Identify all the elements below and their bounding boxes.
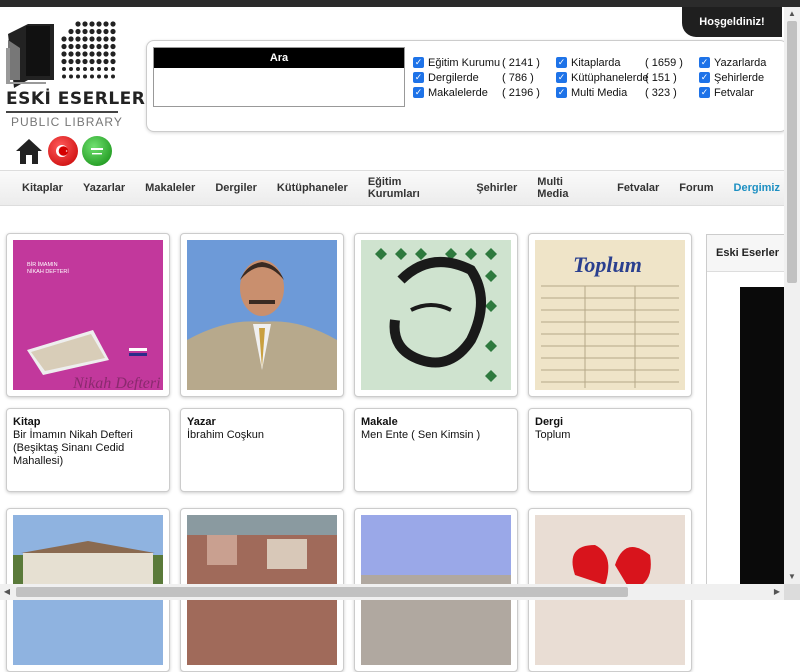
scroll-up-icon[interactable]: ▲ bbox=[784, 7, 800, 21]
top-bar bbox=[0, 0, 800, 7]
filter-row: ✓ Eğitim Kurumu( 2141 ) ✓ Kitaplarda( 1659… bbox=[413, 55, 800, 70]
checkbox-checked-icon[interactable]: ✓ bbox=[556, 57, 567, 68]
logo-name: ESKİ ESERLER bbox=[6, 89, 146, 109]
checkbox-checked-icon[interactable]: ✓ bbox=[556, 72, 567, 83]
sidebar-panel: Eski Eserler bbox=[706, 234, 792, 586]
search-input[interactable] bbox=[154, 68, 402, 106]
nav-forum[interactable]: Forum bbox=[669, 182, 723, 194]
card-info-dergi[interactable]: Dergi Toplum bbox=[528, 408, 692, 492]
card-image-dergi[interactable]: Toplum bbox=[528, 233, 692, 397]
card-info-yazar[interactable]: Yazar İbrahim Coşkun bbox=[180, 408, 344, 492]
scroll-down-icon[interactable]: ▼ bbox=[784, 570, 800, 584]
card-category: Yazar bbox=[187, 416, 216, 428]
author-photo bbox=[187, 240, 337, 390]
checkbox-checked-icon[interactable]: ✓ bbox=[699, 57, 710, 68]
logo-divider bbox=[6, 111, 118, 113]
card-category: Makale bbox=[361, 416, 398, 428]
card-title[interactable]: Bir İmamın Nikah Defteri (Beşiktaş Sinan… bbox=[13, 429, 163, 468]
magazine-cover-image: Toplum bbox=[535, 240, 685, 390]
filter-egitim[interactable]: ✓ Eğitim Kurumu( 2141 ) bbox=[413, 57, 556, 69]
nav-yazarlar[interactable]: Yazarlar bbox=[73, 182, 135, 194]
main-nav: Kitaplar Yazarlar Makaleler Dergiler Küt… bbox=[0, 170, 790, 206]
calligraphy-image bbox=[361, 240, 511, 390]
horizontal-scrollbar[interactable]: ◀ ▶ bbox=[0, 584, 784, 600]
book-cover-line1: BİR İMAMIN bbox=[27, 261, 58, 268]
search-title: Ara bbox=[154, 48, 404, 68]
card-category: Kitap bbox=[13, 416, 41, 428]
filter-row: ✓ Dergilerde( 786 ) ✓ Kütüphanelerde( 151 … bbox=[413, 70, 800, 85]
checkbox-checked-icon[interactable]: ✓ bbox=[556, 87, 567, 98]
card-image-yazar[interactable] bbox=[180, 233, 344, 397]
search-panel: Ara bbox=[153, 47, 405, 107]
saudi-flag-icon[interactable] bbox=[82, 136, 112, 166]
scrollbar-corner bbox=[784, 584, 800, 600]
checkbox-checked-icon[interactable]: ✓ bbox=[413, 57, 424, 68]
card-info-kitap[interactable]: Kitap Bir İmamın Nikah Defteri (Beşiktaş… bbox=[6, 408, 170, 492]
nav-egitim-kurumlari[interactable]: Eğitim Kurumları bbox=[358, 176, 467, 200]
nav-kutuphaneler[interactable]: Kütüphaneler bbox=[267, 182, 358, 194]
checkbox-checked-icon[interactable]: ✓ bbox=[699, 87, 710, 98]
welcome-link[interactable]: Hoşgeldiniz! bbox=[682, 7, 782, 37]
scroll-right-icon[interactable]: ▶ bbox=[770, 584, 784, 600]
filter-dergilerde[interactable]: ✓ Dergilerde( 786 ) bbox=[413, 72, 556, 84]
checkbox-checked-icon[interactable]: ✓ bbox=[413, 72, 424, 83]
card-category: Dergi bbox=[535, 416, 564, 428]
filter-kutuphanelerde[interactable]: ✓ Kütüphanelerde( 151 ) bbox=[556, 72, 699, 84]
card-title[interactable]: İbrahim Coşkun bbox=[187, 429, 337, 442]
nav-multi-media[interactable]: Multi Media bbox=[527, 176, 607, 200]
search-filters: ✓ Eğitim Kurumu( 2141 ) ✓ Kitaplarda( 1659… bbox=[413, 55, 800, 100]
logo-icon[interactable] bbox=[6, 18, 120, 130]
scroll-thumb[interactable] bbox=[787, 21, 797, 283]
book-cover-image: BİR İMAMIN NİKAH DEFTERİ Nikah Defteri bbox=[13, 240, 163, 390]
card-info-makale[interactable]: Makale Men Ente ( Sen Kimsin ) bbox=[354, 408, 518, 492]
book-cover-script: Nikah Defteri bbox=[72, 375, 161, 390]
scroll-thumb[interactable] bbox=[16, 587, 628, 597]
scroll-left-icon[interactable]: ◀ bbox=[0, 584, 14, 600]
nav-makaleler[interactable]: Makaleler bbox=[135, 182, 205, 194]
checkbox-checked-icon[interactable]: ✓ bbox=[413, 87, 424, 98]
magazine-cover-title: Toplum bbox=[573, 252, 642, 277]
language-icons bbox=[14, 136, 112, 166]
nav-sehirler[interactable]: Şehirler bbox=[466, 182, 527, 194]
card-image-makale[interactable] bbox=[354, 233, 518, 397]
home-icon[interactable] bbox=[14, 136, 44, 166]
card-title[interactable]: Men Ente ( Sen Kimsin ) bbox=[361, 429, 511, 442]
checkbox-checked-icon[interactable]: ✓ bbox=[699, 72, 710, 83]
nav-dergiler[interactable]: Dergiler bbox=[205, 182, 267, 194]
search-area: Ara ✓ Eğitim Kurumu( 2141 ) ✓ Kitaplarda( … bbox=[146, 40, 800, 132]
card-image-kitap[interactable]: BİR İMAMIN NİKAH DEFTERİ Nikah Defteri bbox=[6, 233, 170, 397]
nav-fetvalar[interactable]: Fetvalar bbox=[607, 182, 669, 194]
sidebar-title: Eski Eserler bbox=[707, 235, 791, 272]
nav-dergimiz[interactable]: Dergimiz bbox=[724, 182, 790, 194]
turkey-flag-icon[interactable] bbox=[48, 136, 78, 166]
filter-makalelerde[interactable]: ✓ Makalelerde( 2196 ) bbox=[413, 87, 556, 99]
book-cover-line2: NİKAH DEFTERİ bbox=[27, 268, 69, 275]
logo-subtitle: PUBLIC LIBRARY bbox=[11, 115, 123, 129]
filter-row: ✓ Makalelerde( 2196 ) ✓ Multi Media( 323 )… bbox=[413, 85, 800, 100]
filter-multimedia[interactable]: ✓ Multi Media( 323 ) bbox=[556, 87, 699, 99]
vertical-scrollbar[interactable]: ▲ ▼ bbox=[784, 7, 800, 584]
filter-kitaplarda[interactable]: ✓ Kitaplarda( 1659 ) bbox=[556, 57, 699, 69]
nav-kitaplar[interactable]: Kitaplar bbox=[12, 182, 73, 194]
card-title[interactable]: Toplum bbox=[535, 429, 685, 442]
